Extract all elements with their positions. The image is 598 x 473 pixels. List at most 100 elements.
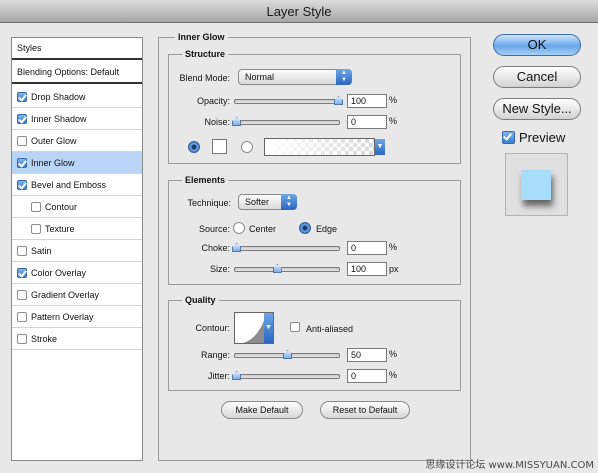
size-field[interactable]: 100 bbox=[347, 262, 387, 276]
checkbox-icon[interactable] bbox=[17, 312, 27, 322]
choke-slider-track[interactable] bbox=[234, 246, 340, 251]
select-arrows-icon: ▲ ▼ bbox=[336, 69, 352, 85]
preview-label: Preview bbox=[519, 130, 566, 145]
structure-title: Structure bbox=[182, 48, 229, 60]
gradient-dropdown-icon[interactable]: ▼ bbox=[375, 139, 385, 155]
jitter-field[interactable]: 0 bbox=[347, 369, 387, 383]
jitter-unit: % bbox=[389, 370, 398, 380]
checkbox-icon[interactable] bbox=[17, 92, 27, 102]
checkbox-icon[interactable] bbox=[17, 158, 27, 168]
style-item-gradient-overlay[interactable]: Gradient Overlay bbox=[12, 284, 142, 306]
style-item-label: Bevel and Emboss bbox=[31, 180, 107, 190]
style-item-texture[interactable]: Texture bbox=[12, 218, 142, 240]
checkbox-icon[interactable] bbox=[31, 202, 41, 212]
style-item-satin[interactable]: Satin bbox=[12, 240, 142, 262]
preview-thumbnail bbox=[505, 153, 568, 216]
noise-field[interactable]: 0 bbox=[347, 115, 387, 129]
style-item-label: Gradient Overlay bbox=[31, 290, 100, 300]
style-item-inner-shadow[interactable]: Inner Shadow bbox=[12, 108, 142, 130]
style-item-label: Satin bbox=[31, 246, 52, 256]
style-item-bevel-and-emboss[interactable]: Bevel and Emboss bbox=[12, 174, 142, 196]
checkbox-icon bbox=[290, 322, 300, 332]
source-edge-label: Edge bbox=[316, 224, 338, 234]
reset-to-default-button[interactable]: Reset to Default bbox=[320, 401, 410, 419]
opacity-field[interactable]: 100 bbox=[347, 94, 387, 108]
preview-swatch bbox=[521, 170, 551, 200]
opacity-slider-track[interactable] bbox=[234, 99, 340, 104]
style-item-label: Texture bbox=[45, 224, 75, 234]
checkbox-icon[interactable] bbox=[17, 290, 27, 300]
source-center-radio[interactable] bbox=[233, 222, 245, 234]
noise-label: Noise: bbox=[204, 117, 230, 127]
style-item-drop-shadow[interactable]: Drop Shadow bbox=[12, 86, 142, 108]
noise-unit: % bbox=[389, 116, 398, 126]
checkbox-icon[interactable] bbox=[17, 180, 27, 190]
style-item-label: Outer Glow bbox=[31, 136, 77, 146]
contour-picker[interactable]: ▼ bbox=[234, 312, 274, 344]
style-item-stroke[interactable]: Stroke bbox=[12, 328, 142, 350]
checkbox-icon[interactable] bbox=[17, 114, 27, 124]
source-edge-radio[interactable] bbox=[299, 222, 311, 234]
blend-mode-label: Blend Mode: bbox=[179, 73, 230, 83]
blend-mode-select[interactable]: Normal ▲ ▼ bbox=[238, 69, 352, 85]
style-item-inner-glow[interactable]: Inner Glow bbox=[12, 152, 142, 174]
style-item-label: Pattern Overlay bbox=[31, 312, 94, 322]
opacity-unit: % bbox=[389, 95, 398, 105]
gradient-radio[interactable] bbox=[241, 141, 253, 153]
blend-mode-value: Normal bbox=[245, 72, 275, 82]
technique-select[interactable]: Softer ▲ ▼ bbox=[238, 194, 297, 210]
style-item-label: Inner Glow bbox=[31, 158, 75, 168]
antialiased-checkbox[interactable] bbox=[290, 322, 304, 332]
preview-checkbox[interactable] bbox=[502, 131, 519, 144]
checkbox-icon bbox=[502, 131, 515, 144]
checkbox-icon[interactable] bbox=[17, 136, 27, 146]
solid-color-radio[interactable] bbox=[188, 141, 200, 153]
style-item-pattern-overlay[interactable]: Pattern Overlay bbox=[12, 306, 142, 328]
noise-slider-track[interactable] bbox=[234, 120, 340, 125]
style-item-label: Contour bbox=[45, 202, 78, 212]
inner-glow-title: Inner Glow bbox=[175, 31, 228, 43]
jitter-label: Jitter: bbox=[207, 371, 230, 381]
style-item-color-overlay[interactable]: Color Overlay bbox=[12, 262, 142, 284]
gradient-picker[interactable] bbox=[264, 138, 375, 156]
styles-header[interactable]: Styles bbox=[12, 38, 142, 60]
color-swatch[interactable] bbox=[212, 139, 227, 154]
range-label: Range: bbox=[200, 350, 230, 360]
elements-title: Elements bbox=[182, 174, 229, 186]
watermark: 思缘设计论坛 www.MISSYUAN.COM bbox=[425, 460, 594, 471]
contour-label: Contour: bbox=[195, 323, 230, 333]
size-slider-track[interactable] bbox=[234, 267, 340, 272]
blending-options-item[interactable]: Blending Options: Default bbox=[12, 62, 142, 84]
choke-label: Choke: bbox=[201, 243, 230, 253]
range-unit: % bbox=[389, 349, 398, 359]
size-unit: px bbox=[389, 264, 399, 274]
styles-panel: Styles Blending Options: Default Drop Sh… bbox=[11, 37, 143, 461]
layer-style-dialog: Layer Style Styles Blending Options: Def… bbox=[0, 0, 598, 473]
checkbox-icon[interactable] bbox=[17, 246, 27, 256]
cancel-button[interactable]: Cancel bbox=[493, 66, 581, 88]
choke-unit: % bbox=[389, 242, 398, 252]
ok-button[interactable]: OK bbox=[493, 34, 581, 56]
source-label: Source: bbox=[198, 224, 230, 234]
make-default-button[interactable]: Make Default bbox=[221, 401, 303, 419]
contour-dropdown-icon[interactable]: ▼ bbox=[264, 313, 273, 343]
select-arrows-icon: ▲ ▼ bbox=[281, 194, 297, 210]
checkbox-icon[interactable] bbox=[17, 268, 27, 278]
style-item-outer-glow[interactable]: Outer Glow bbox=[12, 130, 142, 152]
opacity-label: Opacity: bbox=[196, 96, 230, 106]
checkbox-icon[interactable] bbox=[17, 334, 27, 344]
range-field[interactable]: 50 bbox=[347, 348, 387, 362]
quality-title: Quality bbox=[182, 294, 219, 306]
technique-label: Technique: bbox=[187, 198, 231, 208]
source-center-label: Center bbox=[249, 224, 277, 234]
checkbox-icon[interactable] bbox=[31, 224, 41, 234]
jitter-slider-track[interactable] bbox=[234, 374, 340, 379]
new-style-button[interactable]: New Style... bbox=[493, 98, 581, 120]
technique-value: Softer bbox=[245, 197, 270, 207]
style-item-label: Color Overlay bbox=[31, 268, 87, 278]
size-label: Size: bbox=[209, 264, 230, 274]
choke-field[interactable]: 0 bbox=[347, 241, 387, 255]
antialiased-label: Anti-aliased bbox=[306, 324, 354, 334]
window-title: Layer Style bbox=[0, 0, 598, 23]
style-item-contour[interactable]: Contour bbox=[12, 196, 142, 218]
